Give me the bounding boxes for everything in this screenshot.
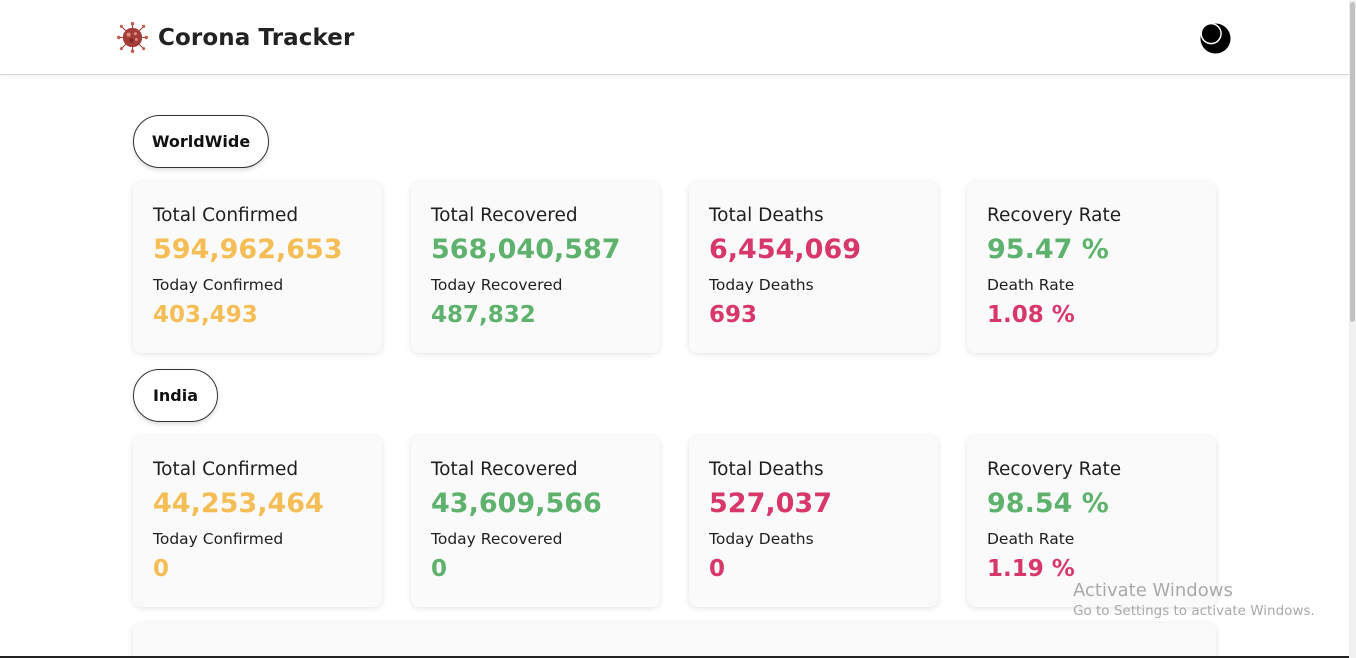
worldwide-label: WorldWide <box>133 115 269 168</box>
india-deaths-card: Total Deaths 527,037 Today Deaths 0 <box>689 436 938 607</box>
card-subtitle: Death Rate <box>987 276 1075 294</box>
card-subtitle: Today Recovered <box>431 530 563 548</box>
card-title: Total Deaths <box>709 205 824 226</box>
card-subvalue: 0 <box>431 556 448 582</box>
card-title: Total Confirmed <box>153 205 299 226</box>
card-value: 43,609,566 <box>431 488 602 519</box>
card-value: 594,962,653 <box>153 234 343 265</box>
card-subtitle: Today Confirmed <box>153 276 284 294</box>
card-subtitle: Today Confirmed <box>153 530 284 548</box>
india-rate-card: Recovery Rate 98.54 % Death Rate 1.19 % <box>967 436 1216 607</box>
worldwide-confirmed-card: Total Confirmed 594,962,653 Today Confir… <box>133 182 382 353</box>
card-value: 95.47 % <box>987 234 1109 265</box>
card-value: 527,037 <box>709 488 832 519</box>
card-title: Total Recovered <box>431 205 578 226</box>
india-recovered-card: Total Recovered 43,609,566 Today Recover… <box>411 436 660 607</box>
card-subvalue: 0 <box>153 556 170 582</box>
moon-icon[interactable] <box>1199 22 1232 55</box>
india-label: India <box>133 369 218 422</box>
card-subvalue: 403,493 <box>153 302 258 328</box>
card-subvalue: 1.19 % <box>987 556 1075 582</box>
india-confirmed-card: Total Confirmed 44,253,464 Today Confirm… <box>133 436 382 607</box>
card-subvalue: 693 <box>709 302 758 328</box>
app-title: Corona Tracker <box>158 24 355 51</box>
card-value: 568,040,587 <box>431 234 621 265</box>
worldwide-recovered-card: Total Recovered 568,040,587 Today Recove… <box>411 182 660 353</box>
card-value: 98.54 % <box>987 488 1109 519</box>
card-subtitle: Death Rate <box>987 530 1075 548</box>
card-value: 44,253,464 <box>153 488 324 519</box>
virus-logo-icon <box>117 22 148 53</box>
next-section-card <box>133 623 1216 658</box>
card-value: 6,454,069 <box>709 234 862 265</box>
card-title: Total Deaths <box>709 459 824 480</box>
card-title: Total Recovered <box>431 459 578 480</box>
page-scrollbar[interactable] <box>1349 0 1356 658</box>
card-subvalue: 1.08 % <box>987 302 1075 328</box>
card-subvalue: 0 <box>709 556 726 582</box>
card-title: Total Confirmed <box>153 459 299 480</box>
card-subtitle: Today Deaths <box>709 276 814 294</box>
card-title: Recovery Rate <box>987 205 1122 226</box>
top-navbar: Corona Tracker <box>0 0 1349 75</box>
scrollbar-thumb[interactable] <box>1350 2 1355 322</box>
worldwide-rate-card: Recovery Rate 95.47 % Death Rate 1.08 % <box>967 182 1216 353</box>
card-subtitle: Today Deaths <box>709 530 814 548</box>
card-subvalue: 487,832 <box>431 302 536 328</box>
brand[interactable]: Corona Tracker <box>117 22 354 53</box>
card-subtitle: Today Recovered <box>431 276 563 294</box>
worldwide-deaths-card: Total Deaths 6,454,069 Today Deaths 693 <box>689 182 938 353</box>
card-title: Recovery Rate <box>987 459 1122 480</box>
